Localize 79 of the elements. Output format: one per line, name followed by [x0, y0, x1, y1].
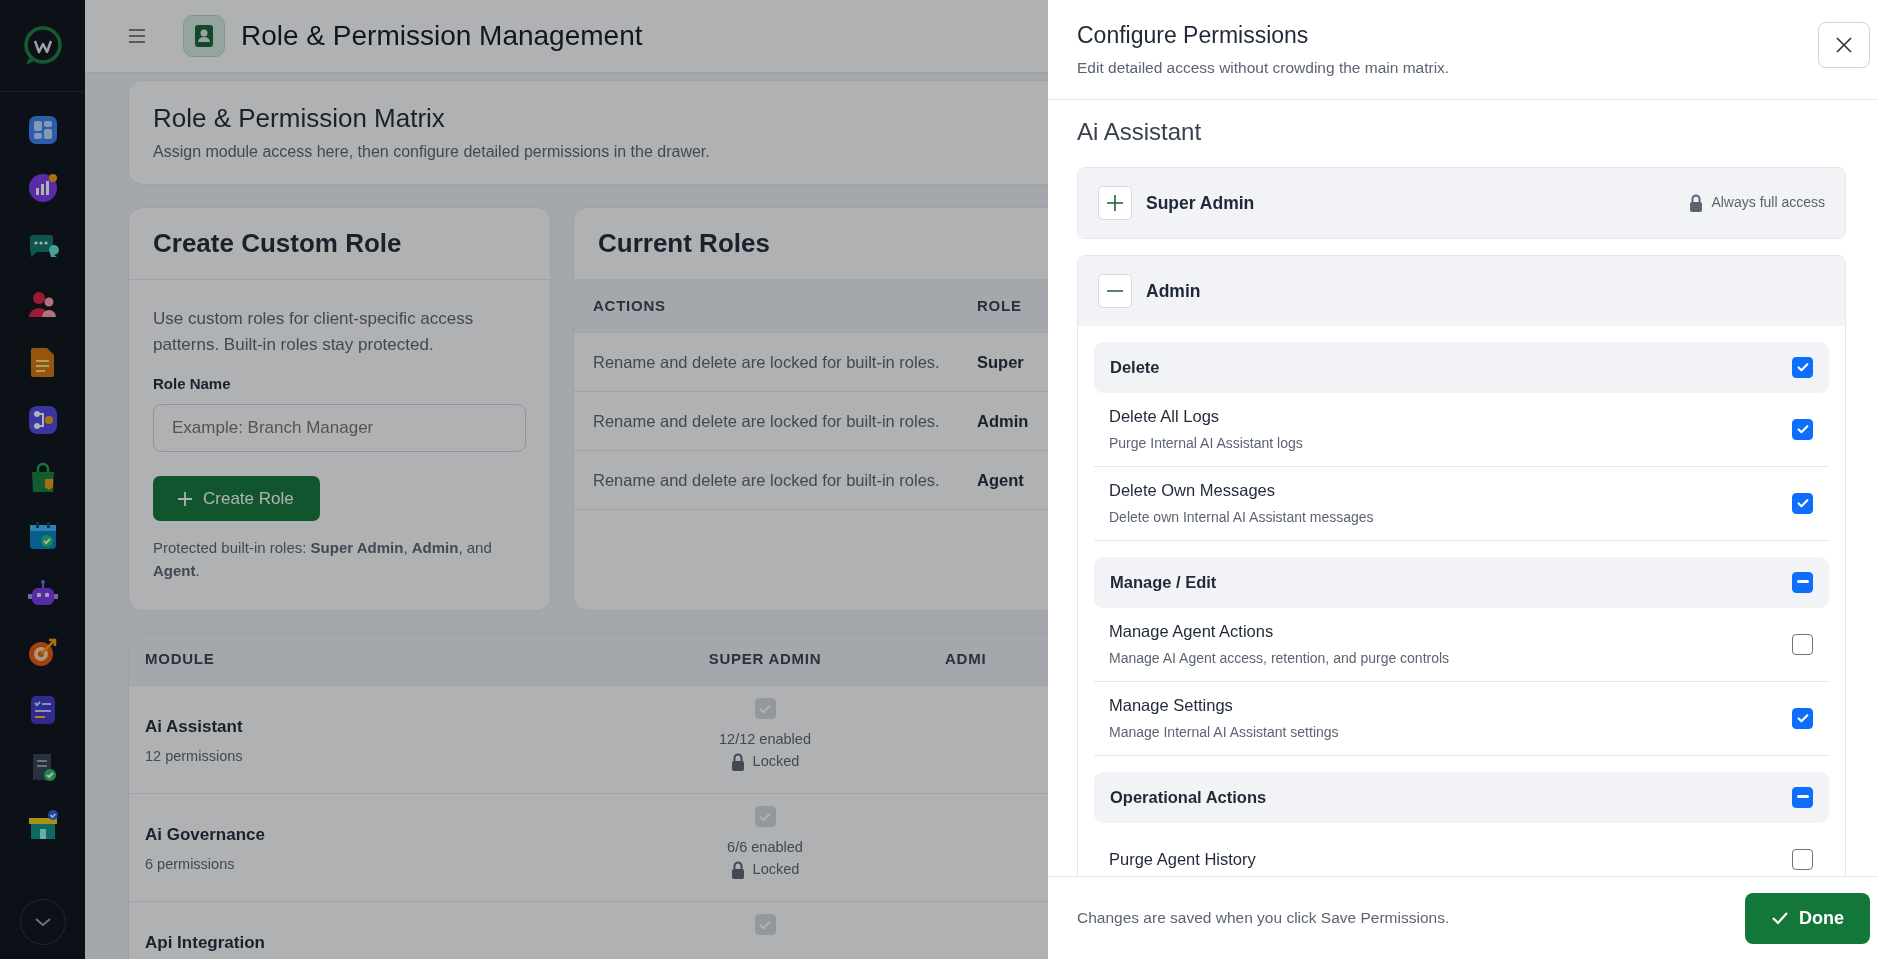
close-button[interactable]	[1818, 22, 1870, 68]
footer-note: Changes are saved when you click Save Permissions.	[1077, 908, 1450, 929]
role-name-field[interactable]: Example: Branch Manager	[153, 403, 526, 452]
minus-icon	[1796, 580, 1809, 585]
module-name: Api Integration	[145, 932, 266, 955]
column-header: ACTIONS	[592, 295, 667, 316]
page-title: Role & Permission Management	[241, 19, 643, 53]
minus-icon	[1796, 795, 1809, 800]
column-header: ROLE	[977, 295, 1022, 316]
plus-icon	[177, 490, 193, 507]
permission-name: Delete All Logs	[1109, 406, 1221, 428]
plus-icon	[1107, 194, 1123, 211]
drawer-title: Configure Permissions	[1077, 22, 1310, 50]
card-description: Use custom roles for client-specific access patterns. Built-in roles stay protected.	[153, 308, 475, 356]
access-note: Always full access	[1711, 193, 1825, 213]
menu-button[interactable]	[129, 29, 145, 43]
permission-count: 12 permissions	[145, 746, 244, 766]
minus-icon	[1107, 289, 1123, 292]
drawer-subtitle: Edit detailed access without crowding the main matrix.	[1077, 57, 1450, 78]
permission-description: Purge Internal AI Assistant logs	[1109, 434, 1303, 453]
column-header: SUPER ADMIN	[707, 649, 823, 670]
chart-icon	[26, 172, 59, 204]
lock-icon	[730, 752, 745, 771]
card-subtitle: Assign module access here, then configure detailed permissions in the drawer.	[153, 142, 711, 163]
protected-roles-note: Protected built-in roles: Super Admin, Admin, and Agent.	[153, 538, 493, 581]
table-cell-text: Rename and delete are locked for built-in roles.	[592, 470, 941, 491]
locked-label: Locked	[752, 751, 800, 771]
group-checkbox[interactable]	[1792, 571, 1813, 593]
group-label: Manage / Edit	[1110, 571, 1217, 593]
role-name: Agent	[977, 470, 1024, 491]
target-icon	[26, 636, 59, 668]
check-icon	[1771, 911, 1789, 925]
checkbox[interactable]	[1792, 492, 1813, 514]
flow-icon	[26, 404, 59, 436]
group-label: Operational Actions	[1110, 786, 1267, 808]
column-header: ADMI	[945, 649, 987, 670]
group-checkbox[interactable]	[1792, 356, 1813, 378]
module-name: Ai Assistant	[145, 716, 244, 739]
permission-description: Delete own Internal AI Assistant messages	[1109, 508, 1374, 527]
enabled-count: 6/6 enabled	[727, 838, 803, 858]
lock-icon	[1689, 193, 1704, 212]
locked-label: Locked	[752, 859, 800, 879]
column-header: MODULE	[144, 649, 216, 670]
permission-name: Purge Agent History	[1109, 848, 1256, 870]
permission-description: Manage AI Agent access, retention, and purge controls	[1109, 649, 1450, 668]
checkbox[interactable]	[1792, 633, 1813, 655]
lock-icon	[730, 860, 745, 879]
role-name: Admin	[977, 411, 1029, 432]
done-button[interactable]: Done	[1745, 892, 1870, 944]
table-cell-text: Rename and delete are locked for built-in roles.	[592, 352, 941, 373]
permission-count: 6 permissions	[145, 854, 236, 874]
role-name: Admin	[1146, 279, 1201, 303]
card-title: Current Roles	[597, 227, 771, 261]
chevron-down-icon	[33, 917, 52, 927]
module-name: Ai Governance	[145, 824, 266, 847]
create-role-button[interactable]: Create Role	[153, 475, 320, 522]
card-title: Create Custom Role	[129, 208, 550, 281]
collapse-button[interactable]	[1098, 273, 1132, 308]
store-icon	[26, 810, 59, 842]
field-label: Role Name	[153, 374, 232, 395]
checkbox[interactable]	[1792, 707, 1813, 729]
dashboard-icon	[26, 114, 59, 146]
menu-icon	[129, 29, 145, 43]
permission-name: Manage Agent Actions	[1109, 621, 1275, 643]
enabled-count: 12/12 enabled	[719, 730, 811, 750]
permission-name: Delete Own Messages	[1109, 480, 1276, 502]
card-title: Role & Permission Matrix	[153, 103, 446, 135]
role-name: Super	[977, 352, 1024, 373]
module-heading: Ai Assistant	[1077, 117, 1203, 147]
group-checkbox[interactable]	[1792, 786, 1813, 808]
close-icon	[1834, 35, 1854, 55]
checkbox[interactable]	[1792, 848, 1813, 870]
role-name: Super Admin	[1146, 191, 1255, 215]
permission-description: Manage Internal AI Assistant settings	[1109, 723, 1339, 742]
badge-icon	[193, 24, 215, 48]
group-label: Delete	[1110, 356, 1160, 378]
table-cell-text: Rename and delete are locked for built-in roles.	[592, 411, 941, 432]
permission-name: Manage Settings	[1109, 695, 1234, 717]
checkbox[interactable]	[1792, 418, 1813, 440]
